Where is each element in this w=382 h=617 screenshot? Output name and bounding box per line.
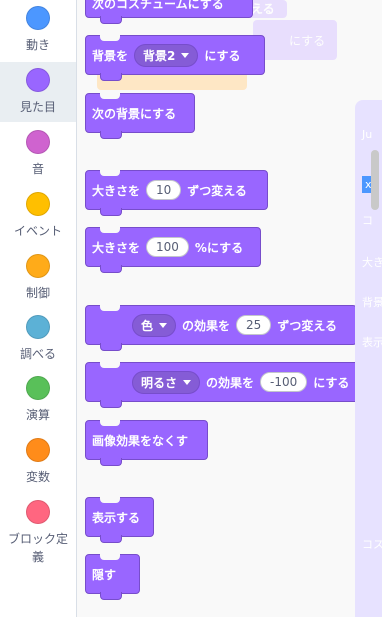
category-variables[interactable]: 変数: [0, 438, 76, 486]
ghost-block: にする: [253, 20, 337, 60]
control-dot-icon: [26, 254, 50, 278]
effect-set-input[interactable]: -100: [260, 372, 308, 392]
switch-backdrop-block[interactable]: 背景を 背景2 にする: [85, 35, 265, 81]
next-costume-block[interactable]: 次のコスチュームにする: [85, 0, 253, 24]
category-sound[interactable]: 音: [0, 130, 76, 178]
size-set-input[interactable]: 100: [146, 237, 189, 257]
clear-effects-block[interactable]: 画像効果をなくす: [85, 420, 208, 466]
category-label: 音: [31, 162, 44, 176]
category-label: ブロック定義: [7, 532, 68, 564]
chevron-down-icon: [181, 52, 190, 58]
looks-dot-icon: [26, 68, 50, 92]
category-my-blocks[interactable]: ブロック定義: [0, 500, 76, 566]
effect-dropdown[interactable]: 色: [132, 313, 177, 337]
category-label: 動き: [25, 38, 50, 52]
category-label: 調べる: [19, 347, 56, 361]
category-label: 変数: [25, 470, 50, 484]
category-control[interactable]: 制御: [0, 254, 76, 302]
category-label: 演算: [25, 408, 50, 422]
next-backdrop-block[interactable]: 次の背景にする: [85, 93, 195, 139]
block-palette: え変える にする 次のコスチュームにする 背景を 背景2 にする 次の背景にする…: [77, 0, 382, 617]
events-dot-icon: [26, 192, 50, 216]
hide-block[interactable]: 隠す: [85, 554, 140, 600]
effect-change-input[interactable]: 25: [236, 315, 272, 335]
category-looks[interactable]: 見た目: [0, 62, 76, 122]
operators-dot-icon: [26, 376, 50, 400]
variables-dot-icon: [26, 438, 50, 462]
chevron-down-icon: [183, 379, 192, 385]
set-size-block[interactable]: 大きさを 100 %にする: [85, 227, 261, 273]
category-operators[interactable]: 演算: [0, 376, 76, 424]
backdrop-dropdown[interactable]: 背景2: [134, 43, 199, 67]
category-menu: 動き 見た目 音 イベント 制御 調べる 演算 変数 ブロック定義: [0, 0, 77, 617]
category-events[interactable]: イベント: [0, 192, 76, 240]
size-change-input[interactable]: 10: [146, 180, 182, 200]
sound-dot-icon: [26, 130, 50, 154]
motion-dot-icon: [26, 6, 50, 30]
scrollbar[interactable]: [371, 150, 379, 210]
category-label: 見た目: [19, 100, 56, 114]
change-size-block[interactable]: 大きさを 10 ずつ変える: [85, 170, 268, 216]
category-motion[interactable]: 動き: [0, 6, 76, 54]
effect-dropdown[interactable]: 明るさ: [132, 370, 201, 394]
show-block[interactable]: 表示する: [85, 497, 154, 543]
category-label: 制御: [25, 286, 50, 300]
set-effect-block[interactable]: 明るさ の効果を -100 にする: [85, 362, 369, 408]
sensing-dot-icon: [26, 315, 50, 339]
category-label: イベント: [13, 224, 62, 238]
chevron-down-icon: [159, 322, 168, 328]
category-sensing[interactable]: 調べる: [0, 315, 76, 363]
my-blocks-dot-icon: [26, 500, 50, 524]
change-effect-block[interactable]: 色 の効果を 25 ずつ変える: [85, 305, 357, 351]
